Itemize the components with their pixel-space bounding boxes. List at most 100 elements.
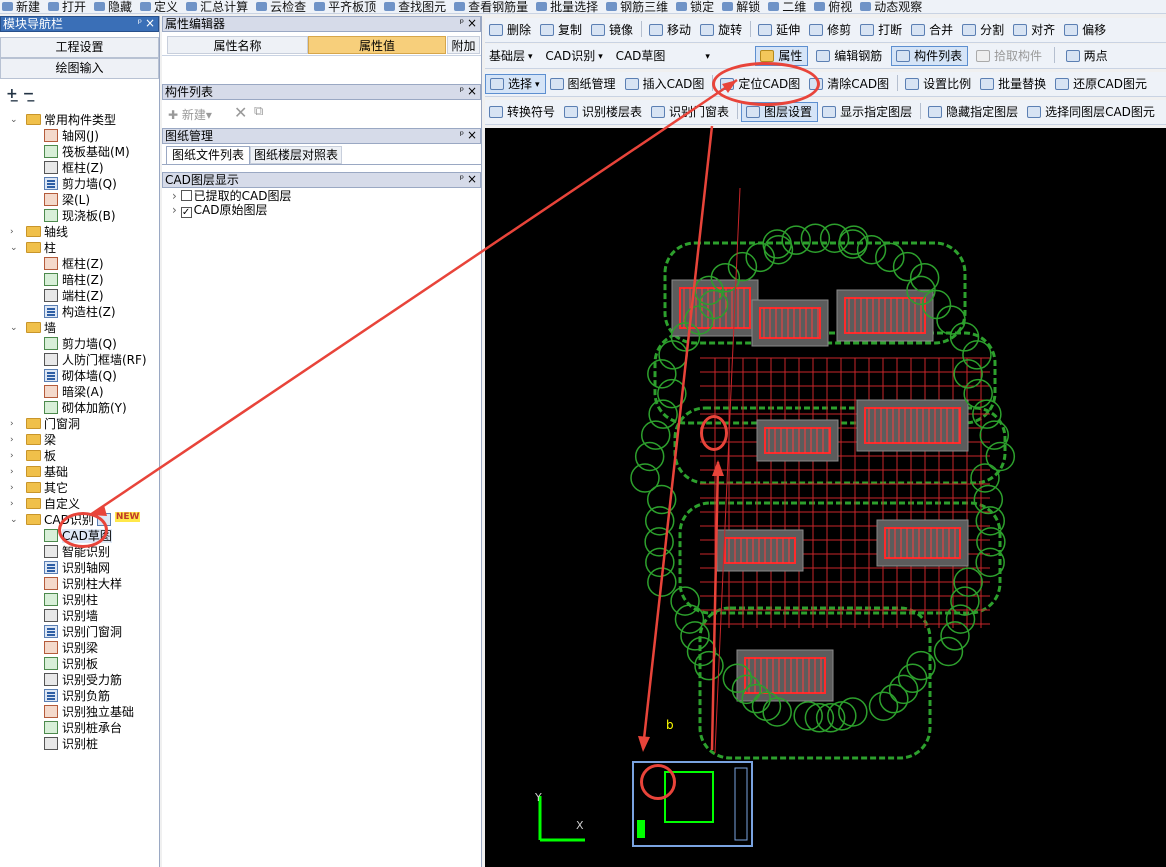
layer-checkbox[interactable] [180, 190, 192, 201]
top-tool-0[interactable]: 新建 [0, 1, 46, 13]
ribbon-button-row1-2[interactable]: 镜像 [587, 19, 638, 41]
chevron-right-icon[interactable]: › [10, 228, 19, 237]
top-tool-1[interactable]: 打开 [46, 1, 92, 13]
tree-item[interactable]: 梁(L) [0, 192, 158, 208]
top-tool-12[interactable]: 解锁 [720, 1, 766, 13]
layer-checkbox[interactable]: ✓ [180, 207, 192, 218]
ribbon-button-row4-6[interactable]: 选择同图层CAD图元 [1023, 101, 1160, 123]
ribbon-button-row1-11[interactable]: 偏移 [1060, 19, 1111, 41]
chevron-right-icon[interactable]: › [10, 468, 19, 477]
chevron-right-icon[interactable]: › [10, 500, 19, 509]
tree-item[interactable]: 砌体墙(Q) [0, 368, 158, 384]
tree-folder[interactable]: › 自定义 [0, 496, 158, 512]
cad-layer-item[interactable]: › ✓ CAD原始图层 [172, 203, 481, 218]
chevron-right-icon[interactable]: › [10, 420, 19, 429]
tab-drawing-file-list[interactable]: 图纸文件列表 [166, 146, 250, 164]
tree-item[interactable]: 剪力墙(Q) [0, 176, 158, 192]
property-value-column[interactable]: 属性值 [308, 36, 446, 54]
tree-item[interactable]: 识别柱大样 [0, 576, 158, 592]
chevron-down-icon[interactable]: ⌄ [10, 516, 19, 525]
top-tool-11[interactable]: 锁定 [674, 1, 720, 13]
ribbon-button-row1-7[interactable]: 打断 [856, 19, 907, 41]
top-tool-2[interactable]: 隐藏 [92, 1, 138, 13]
tree-item[interactable]: 识别板 [0, 656, 158, 672]
top-tool-13[interactable]: 二维 [766, 1, 812, 13]
ribbon-button-row3-2[interactable]: 插入CAD图 [621, 73, 710, 95]
new-component-button[interactable]: ✚ 新建▾ [168, 106, 212, 123]
pin-icon[interactable]: ᵖ [460, 17, 464, 31]
ribbon-button-row4-2[interactable]: 识别门窗表 [647, 101, 734, 123]
tab-drawing-floor-map[interactable]: 图纸楼层对照表 [250, 146, 342, 164]
tree-folder[interactable]: › 门窗洞 [0, 416, 158, 432]
ribbon-button-row3-7[interactable]: 还原CAD图元 [1051, 73, 1152, 95]
tree-item[interactable]: CAD草图 [0, 528, 158, 544]
top-tool-14[interactable]: 俯视 [812, 1, 858, 13]
tree-item[interactable]: 砌体加筋(Y) [0, 400, 158, 416]
tree-item[interactable]: 智能识别 [0, 544, 158, 560]
tree-item[interactable]: 框柱(Z) [0, 160, 158, 176]
ribbon-button-row1-4[interactable]: 旋转 [696, 19, 747, 41]
properties-button[interactable]: 属性 [755, 46, 809, 66]
ribbon-button-row3-5[interactable]: 设置比例 [901, 73, 976, 95]
close-icon[interactable]: × [467, 84, 477, 98]
top-tool-8[interactable]: 查看钢筋量 [452, 1, 534, 13]
tree-item[interactable]: 端柱(Z) [0, 288, 158, 304]
mode-select[interactable]: CAD识别 ▾ [541, 45, 607, 67]
tree-item[interactable]: 识别独立基础 [0, 704, 158, 720]
expand-collapse-icons[interactable]: +̲ −̲ [6, 86, 34, 102]
tree-folder[interactable]: › 梁 [0, 432, 158, 448]
ribbon-button-row3-1[interactable]: 图纸管理 [546, 73, 621, 95]
tree-folder[interactable]: › 轴线 [0, 224, 158, 240]
tree-item[interactable]: 识别桩 [0, 736, 158, 752]
ribbon-button-row1-0[interactable]: 删除 [485, 19, 536, 41]
top-tool-5[interactable]: 云检查 [254, 1, 312, 13]
ribbon-button-row3-3[interactable]: 定位CAD图 [716, 73, 805, 95]
ribbon-button-row1-10[interactable]: 对齐 [1009, 19, 1060, 41]
ribbon-button-row3-4[interactable]: 清除CAD图 [805, 73, 894, 95]
tree-folder[interactable]: › 基础 [0, 464, 158, 480]
chevron-down-icon[interactable]: ⌄ [10, 244, 19, 253]
tree-item[interactable]: 识别受力筋 [0, 672, 158, 688]
close-icon[interactable]: × [467, 16, 477, 30]
tree-item[interactable]: 轴网(J) [0, 128, 158, 144]
tree-folder[interactable]: › 其它 [0, 480, 158, 496]
delete-icon[interactable]: ✕ [234, 103, 247, 122]
chevron-right-icon[interactable]: › [10, 452, 19, 461]
ribbon-button-row1-6[interactable]: 修剪 [805, 19, 856, 41]
pin-icon[interactable]: ᵖ [138, 17, 142, 31]
chevron-right-icon[interactable]: › [10, 484, 19, 493]
ribbon-button-row4-4[interactable]: 显示指定图层 [818, 101, 917, 123]
top-tool-4[interactable]: 汇总计算 [184, 1, 254, 13]
project-settings-button[interactable]: 工程设置 [0, 37, 159, 58]
tree-item[interactable]: 暗梁(A) [0, 384, 158, 400]
cad-drawing[interactable] [485, 128, 1166, 867]
edit-rebar-button[interactable]: 编辑钢筋 [812, 45, 887, 67]
pick-component-button[interactable]: 拾取构件 [972, 45, 1047, 67]
chevron-down-icon[interactable]: ⌄ [10, 116, 19, 125]
chevron-right-icon[interactable]: › [172, 203, 181, 217]
ribbon-button-row3-6[interactable]: 批量替换 [976, 73, 1051, 95]
tree-item[interactable]: 框柱(Z) [0, 256, 158, 272]
top-tool-6[interactable]: 平齐板顶 [312, 1, 382, 13]
close-icon[interactable]: × [145, 16, 155, 30]
tree-folder[interactable]: ⌄ 柱 [0, 240, 158, 256]
tree-item[interactable]: 识别轴网 [0, 560, 158, 576]
tree-item[interactable]: 识别柱 [0, 592, 158, 608]
cad-canvas[interactable]: Y X b [485, 128, 1166, 867]
chevron-down-icon[interactable]: ▾ [535, 76, 540, 94]
top-tool-3[interactable]: 定义 [138, 1, 184, 13]
pin-icon[interactable]: ᵖ [460, 173, 464, 187]
two-point-button[interactable]: 两点 [1062, 45, 1113, 67]
tree-folder[interactable]: ⌄ 常用构件类型 [0, 112, 158, 128]
tree-item[interactable]: 人防门框墙(RF) [0, 352, 158, 368]
tree-item[interactable]: 现浇板(B) [0, 208, 158, 224]
tree-folder[interactable]: › 板 [0, 448, 158, 464]
tree-item[interactable]: 筏板基础(M) [0, 144, 158, 160]
tree-item[interactable]: 识别门窗洞 [0, 624, 158, 640]
tree-folder[interactable]: ⌄ 墙 [0, 320, 158, 336]
ribbon-button-row1-9[interactable]: 分割 [958, 19, 1009, 41]
chevron-down-icon[interactable]: ⌄ [10, 324, 19, 333]
tree-item[interactable]: 构造柱(Z) [0, 304, 158, 320]
pin-icon[interactable]: ᵖ [460, 85, 464, 99]
tree-item[interactable]: 识别负筋 [0, 688, 158, 704]
